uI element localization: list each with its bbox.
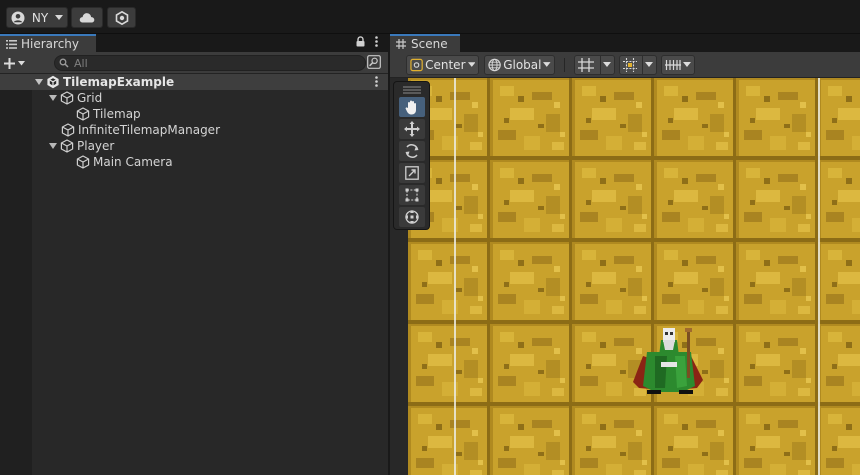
lock-icon[interactable] <box>356 36 365 47</box>
chevron-down-icon <box>645 62 654 67</box>
collab-hexagon-icon <box>115 10 128 25</box>
chevron-down-icon <box>55 14 63 20</box>
move-tool[interactable] <box>399 119 425 139</box>
tab-hierarchy-label: Hierarchy <box>21 37 80 51</box>
transform-icon <box>405 210 419 224</box>
chevron-down-icon <box>603 62 612 67</box>
gameobject-cube-icon <box>76 155 90 169</box>
grid-hash-icon <box>396 39 406 49</box>
hierarchy-item-label: Player <box>77 139 115 153</box>
search-by-type-icon[interactable] <box>367 55 381 69</box>
space-mode-dropdown[interactable]: Global <box>484 55 555 75</box>
chevron-down-icon <box>18 60 25 65</box>
add-object-button[interactable] <box>4 54 34 72</box>
pivot-mode-label: Center <box>425 58 466 72</box>
gameobject-cube-icon <box>60 139 74 153</box>
player-sprite[interactable] <box>625 316 715 396</box>
hand-tool[interactable] <box>399 97 425 117</box>
scene-toolbar: Center Global <box>390 52 860 78</box>
hierarchy-panel: Hierarchy All TilemapExample Grid Tilema… <box>0 34 388 475</box>
tab-scene-label: Scene <box>411 37 448 51</box>
hierarchy-item-label: InfiniteTilemapManager <box>78 123 221 137</box>
hierarchy-search[interactable] <box>54 55 366 71</box>
grid-line <box>454 78 456 475</box>
list-icon <box>6 39 17 49</box>
scale-tool[interactable] <box>399 163 425 183</box>
hierarchy-item-tilemap[interactable]: Tilemap <box>0 106 388 122</box>
pivot-center-icon <box>410 58 423 72</box>
scene-name: TilemapExample <box>63 75 175 89</box>
hierarchy-item-label: Tilemap <box>93 107 141 121</box>
hierarchy-item-label: Grid <box>77 91 103 105</box>
foldout-expanded-icon[interactable] <box>34 77 44 87</box>
grid-dropdown-part[interactable] <box>599 56 614 74</box>
rect-icon <box>405 188 419 202</box>
account-dropdown[interactable]: NY <box>6 7 68 28</box>
scene-panel: Scene Center Global <box>390 34 860 475</box>
increment-snap-dropdown[interactable] <box>661 55 695 75</box>
hierarchy-item-main-camera[interactable]: Main Camera <box>0 154 388 170</box>
tab-hierarchy[interactable]: Hierarchy <box>0 34 96 52</box>
snap-toggle[interactable] <box>619 55 657 75</box>
foldout-expanded-icon[interactable] <box>48 93 58 103</box>
search-icon <box>59 58 69 68</box>
drag-grip-icon[interactable] <box>403 86 421 94</box>
account-circle-icon <box>11 11 25 24</box>
tools-overlay <box>393 81 430 230</box>
search-input[interactable] <box>74 56 354 70</box>
snap-dropdown-part[interactable] <box>641 56 656 74</box>
foldout-expanded-icon[interactable] <box>48 141 58 151</box>
tab-scene[interactable]: Scene <box>390 34 460 52</box>
snap-toggle-part[interactable] <box>620 56 640 74</box>
hand-icon <box>405 100 416 114</box>
grid-line <box>818 78 820 475</box>
hierarchy-item-grid[interactable]: Grid <box>0 90 388 106</box>
gameobject-cube-icon <box>76 107 90 121</box>
scene-viewport[interactable] <box>408 78 860 475</box>
scale-icon <box>405 166 419 180</box>
hierarchy-item-label: Main Camera <box>93 155 173 169</box>
hierarchy-tabbar: Hierarchy <box>0 34 388 52</box>
toolbar-separator <box>564 58 565 72</box>
scene-kebab-icon[interactable] <box>375 76 378 87</box>
chevron-down-icon <box>543 62 551 67</box>
plus-icon <box>4 57 15 69</box>
rotate-tool[interactable] <box>399 141 425 161</box>
pivot-mode-dropdown[interactable]: Center <box>406 55 479 75</box>
globe-icon <box>488 58 501 72</box>
hierarchy-item-infinite-tilemap-manager[interactable]: InfiniteTilemapManager <box>0 122 388 138</box>
gameobject-cube-icon <box>60 91 74 105</box>
chevron-down-icon <box>467 62 475 67</box>
main-toolbar: NY <box>0 0 860 34</box>
account-label: NY <box>31 10 49 25</box>
kebab-menu-icon[interactable] <box>375 36 378 47</box>
cloud-button[interactable] <box>71 7 103 28</box>
transform-tool[interactable] <box>399 207 425 227</box>
rotate-icon <box>405 144 419 158</box>
sand-tilemap <box>408 78 860 475</box>
rect-tool[interactable] <box>399 185 425 205</box>
hierarchy-toolbar <box>0 52 388 74</box>
scene-tabbar: Scene <box>390 34 860 52</box>
move-arrows-icon <box>404 121 420 137</box>
increment-snap-icon <box>665 60 681 70</box>
chevron-down-icon <box>683 62 691 67</box>
grid-toggle-part[interactable] <box>575 56 598 74</box>
collab-button[interactable] <box>107 7 136 28</box>
cloud-icon <box>79 13 95 23</box>
grid-snap-icon <box>622 58 637 72</box>
hierarchy-item-player[interactable]: Player <box>0 138 388 154</box>
scene-row[interactable]: TilemapExample <box>0 74 388 90</box>
unity-scene-icon <box>47 75 59 89</box>
space-mode-label: Global <box>503 58 542 72</box>
grid-toggle-icon <box>578 58 595 72</box>
gameobject-cube-icon <box>61 123 75 137</box>
grid-visibility-toggle[interactable] <box>574 55 615 75</box>
hierarchy-tree: TilemapExample Grid Tilemap InfiniteTile… <box>0 74 388 170</box>
